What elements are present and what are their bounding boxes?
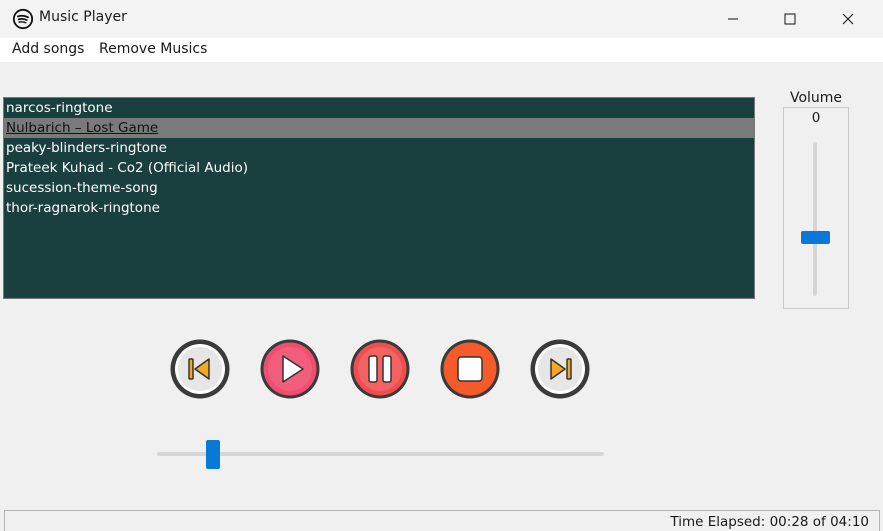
- time-elapsed-status: Time Elapsed: 00:28 of 04:10: [670, 514, 869, 530]
- playlist-item[interactable]: peaky-blinders-ringtone: [4, 138, 754, 158]
- next-button[interactable]: [529, 338, 591, 400]
- volume-slider-thumb[interactable]: [801, 231, 830, 244]
- close-button[interactable]: [818, 0, 878, 38]
- song-progress-track[interactable]: [157, 452, 604, 456]
- playlist-item-selected[interactable]: Nulbarich – Lost Game: [4, 118, 754, 138]
- minimize-icon: [728, 18, 738, 20]
- play-button[interactable]: [259, 338, 321, 400]
- volume-slider-track[interactable]: [813, 142, 817, 296]
- minimize-button[interactable]: [703, 0, 763, 38]
- stop-icon: [457, 356, 483, 382]
- volume-label: Volume: [783, 90, 849, 106]
- menu-bar: Add songs Remove Musics: [0, 38, 883, 62]
- playlist-item[interactable]: sucession-theme-song: [4, 178, 754, 198]
- pause-button[interactable]: [349, 338, 411, 400]
- playlist-item[interactable]: narcos-ringtone: [4, 98, 754, 118]
- volume-value: 0: [811, 110, 821, 126]
- previous-button[interactable]: [169, 338, 231, 400]
- menu-remove-musics[interactable]: Remove Musics: [99, 41, 207, 57]
- title-bar: Music Player: [0, 0, 883, 38]
- window-title: Music Player: [39, 9, 127, 25]
- menu-add-songs[interactable]: Add songs: [12, 41, 84, 57]
- spotify-icon: [12, 8, 34, 30]
- status-bar: Time Elapsed: 00:28 of 04:10: [4, 510, 880, 531]
- maximize-button[interactable]: [760, 0, 820, 38]
- playlist[interactable]: narcos-ringtone Nulbarich – Lost Game pe…: [3, 97, 755, 299]
- playlist-item[interactable]: Prateek Kuhad - Co2 (Official Audio): [4, 158, 754, 178]
- maximize-icon: [784, 13, 796, 25]
- playlist-item[interactable]: thor-ragnarok-ringtone: [4, 198, 754, 218]
- stop-button[interactable]: [439, 338, 501, 400]
- close-icon: [842, 13, 854, 25]
- song-progress-thumb[interactable]: [206, 440, 220, 469]
